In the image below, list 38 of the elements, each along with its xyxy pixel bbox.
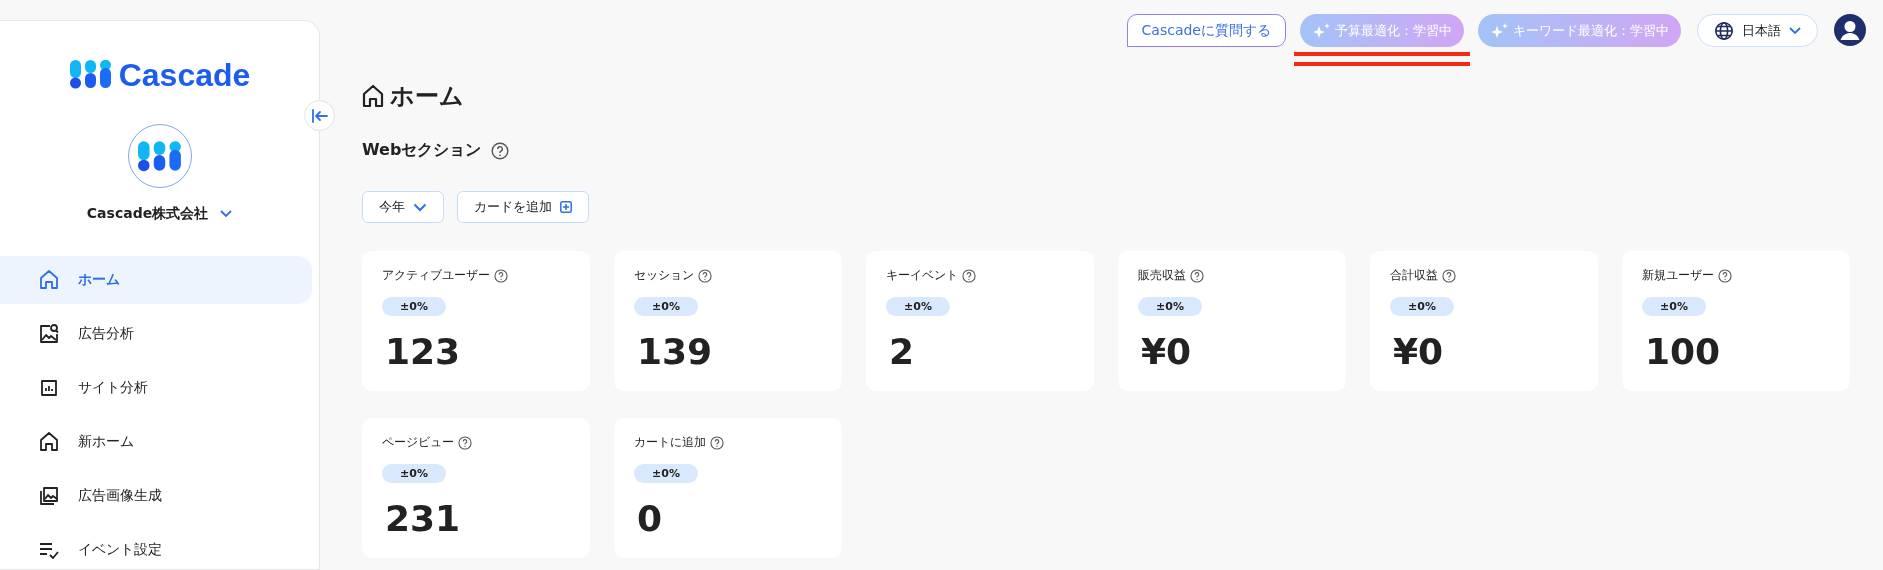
change-badge: ±0% bbox=[382, 464, 446, 483]
page-title: ホーム bbox=[390, 81, 464, 112]
ask-button[interactable]: Cascadeに質問する bbox=[1126, 14, 1286, 47]
change-badge: ±0% bbox=[1642, 297, 1706, 316]
change-badge: ±0% bbox=[1390, 297, 1454, 316]
metric-value: ¥0 bbox=[1141, 334, 1192, 370]
metric-value: 100 bbox=[1645, 334, 1721, 370]
metric-label: カートに追加 bbox=[634, 434, 706, 451]
section-title: Webセクション bbox=[362, 140, 482, 161]
metric-value: 123 bbox=[385, 334, 461, 370]
language-selector[interactable]: 日本語 bbox=[1697, 14, 1818, 47]
change-badge: ±0% bbox=[886, 297, 950, 316]
change-badge: ±0% bbox=[634, 297, 698, 316]
nav-item[interactable]: サイト分析 bbox=[0, 364, 312, 412]
metric-value: 2 bbox=[889, 334, 915, 370]
nav-item[interactable]: 広告画像生成 bbox=[0, 472, 312, 520]
metric-value: 0 bbox=[637, 501, 663, 537]
logo-text: Cascade bbox=[118, 57, 251, 94]
metric-label: 販売収益 bbox=[1138, 267, 1186, 284]
nav-item[interactable]: 広告分析 bbox=[0, 310, 312, 358]
metric-label: 新規ユーザー bbox=[1642, 267, 1714, 284]
change-badge: ±0% bbox=[382, 297, 446, 316]
company-selector[interactable]: Cascade株式会社 bbox=[80, 204, 239, 224]
nav-item[interactable]: 新ホーム bbox=[0, 418, 312, 466]
period-dropdown[interactable]: 今年 bbox=[362, 191, 444, 223]
add-card-button[interactable]: カードを追加 bbox=[457, 191, 589, 223]
metric-label: 合計収益 bbox=[1390, 267, 1438, 284]
metric-value: 231 bbox=[385, 501, 461, 537]
metric-label: セッション bbox=[634, 267, 694, 284]
metric-value: 139 bbox=[637, 334, 713, 370]
change-badge: ±0% bbox=[634, 464, 698, 483]
metric-label: キーイベント bbox=[886, 267, 958, 284]
nav-item[interactable]: ホーム bbox=[0, 256, 312, 304]
metric-label: アクティブユーザー bbox=[382, 267, 490, 284]
change-badge: ±0% bbox=[1138, 297, 1202, 316]
metric-value: ¥0 bbox=[1393, 334, 1444, 370]
nav-item[interactable]: イベント設定 bbox=[0, 526, 312, 570]
metric-label: ページビュー bbox=[382, 434, 454, 451]
